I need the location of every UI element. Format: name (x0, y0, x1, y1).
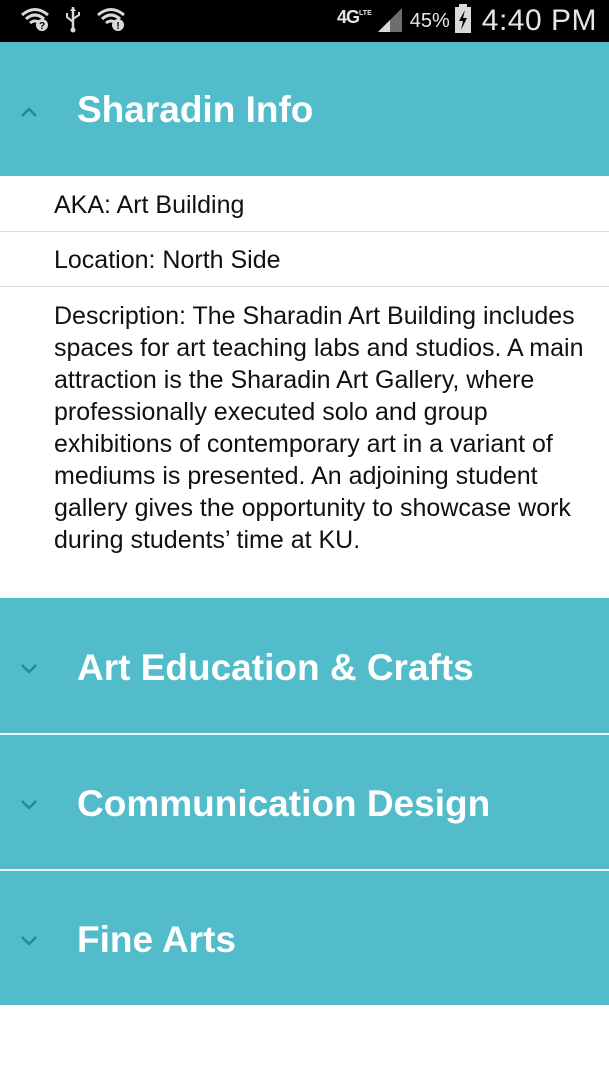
detail-row-aka: AKA: Art Building (0, 177, 609, 231)
status-bar-notifications: ? ! (20, 5, 126, 38)
group-header-fine-arts[interactable]: Fine Arts (0, 871, 609, 1005)
svg-text:?: ? (39, 21, 45, 32)
wifi-question-icon: ? (20, 6, 50, 37)
detail-location-text: Location: North Side (54, 246, 281, 274)
group-title: Communication Design (77, 783, 491, 824)
chevron-up-icon (14, 98, 44, 128)
wifi-icon: ! (96, 6, 126, 37)
chevron-down-icon (14, 925, 44, 955)
detail-row-location: Location: North Side (0, 232, 609, 286)
group-header-communication-design[interactable]: Communication Design (0, 735, 609, 869)
chevron-down-icon (14, 653, 44, 683)
detail-description-text: Description: The Sharadin Art Building i… (54, 302, 584, 554)
usb-icon (64, 5, 82, 38)
group-title: Sharadin Info (77, 89, 314, 130)
signal-icon (376, 6, 404, 37)
group-title: Fine Arts (77, 919, 236, 960)
svg-text:!: ! (116, 21, 119, 32)
network-4g-lte-icon: 4GLTE (337, 6, 372, 27)
chevron-down-icon (14, 789, 44, 819)
detail-aka-text: AKA: Art Building (54, 191, 245, 219)
group-title: Art Education & Crafts (77, 647, 474, 688)
battery-percent: 45% (409, 9, 450, 32)
status-bar-system: 4GLTE 45% 4:40 PM (337, 3, 597, 39)
app-screen: ? ! 4GLTE 45% 4:40 PM Sharadin Info AKA:… (0, 0, 609, 1078)
clock: 4:40 PM (481, 4, 597, 37)
group-header-art-education[interactable]: Art Education & Crafts (0, 598, 609, 734)
battery-charging-icon (454, 3, 472, 39)
status-bar: ? ! 4GLTE 45% 4:40 PM (0, 0, 609, 42)
detail-row-description: Description: The Sharadin Art Building i… (0, 287, 609, 598)
group-header-sharadin-info[interactable]: Sharadin Info (0, 42, 609, 176)
